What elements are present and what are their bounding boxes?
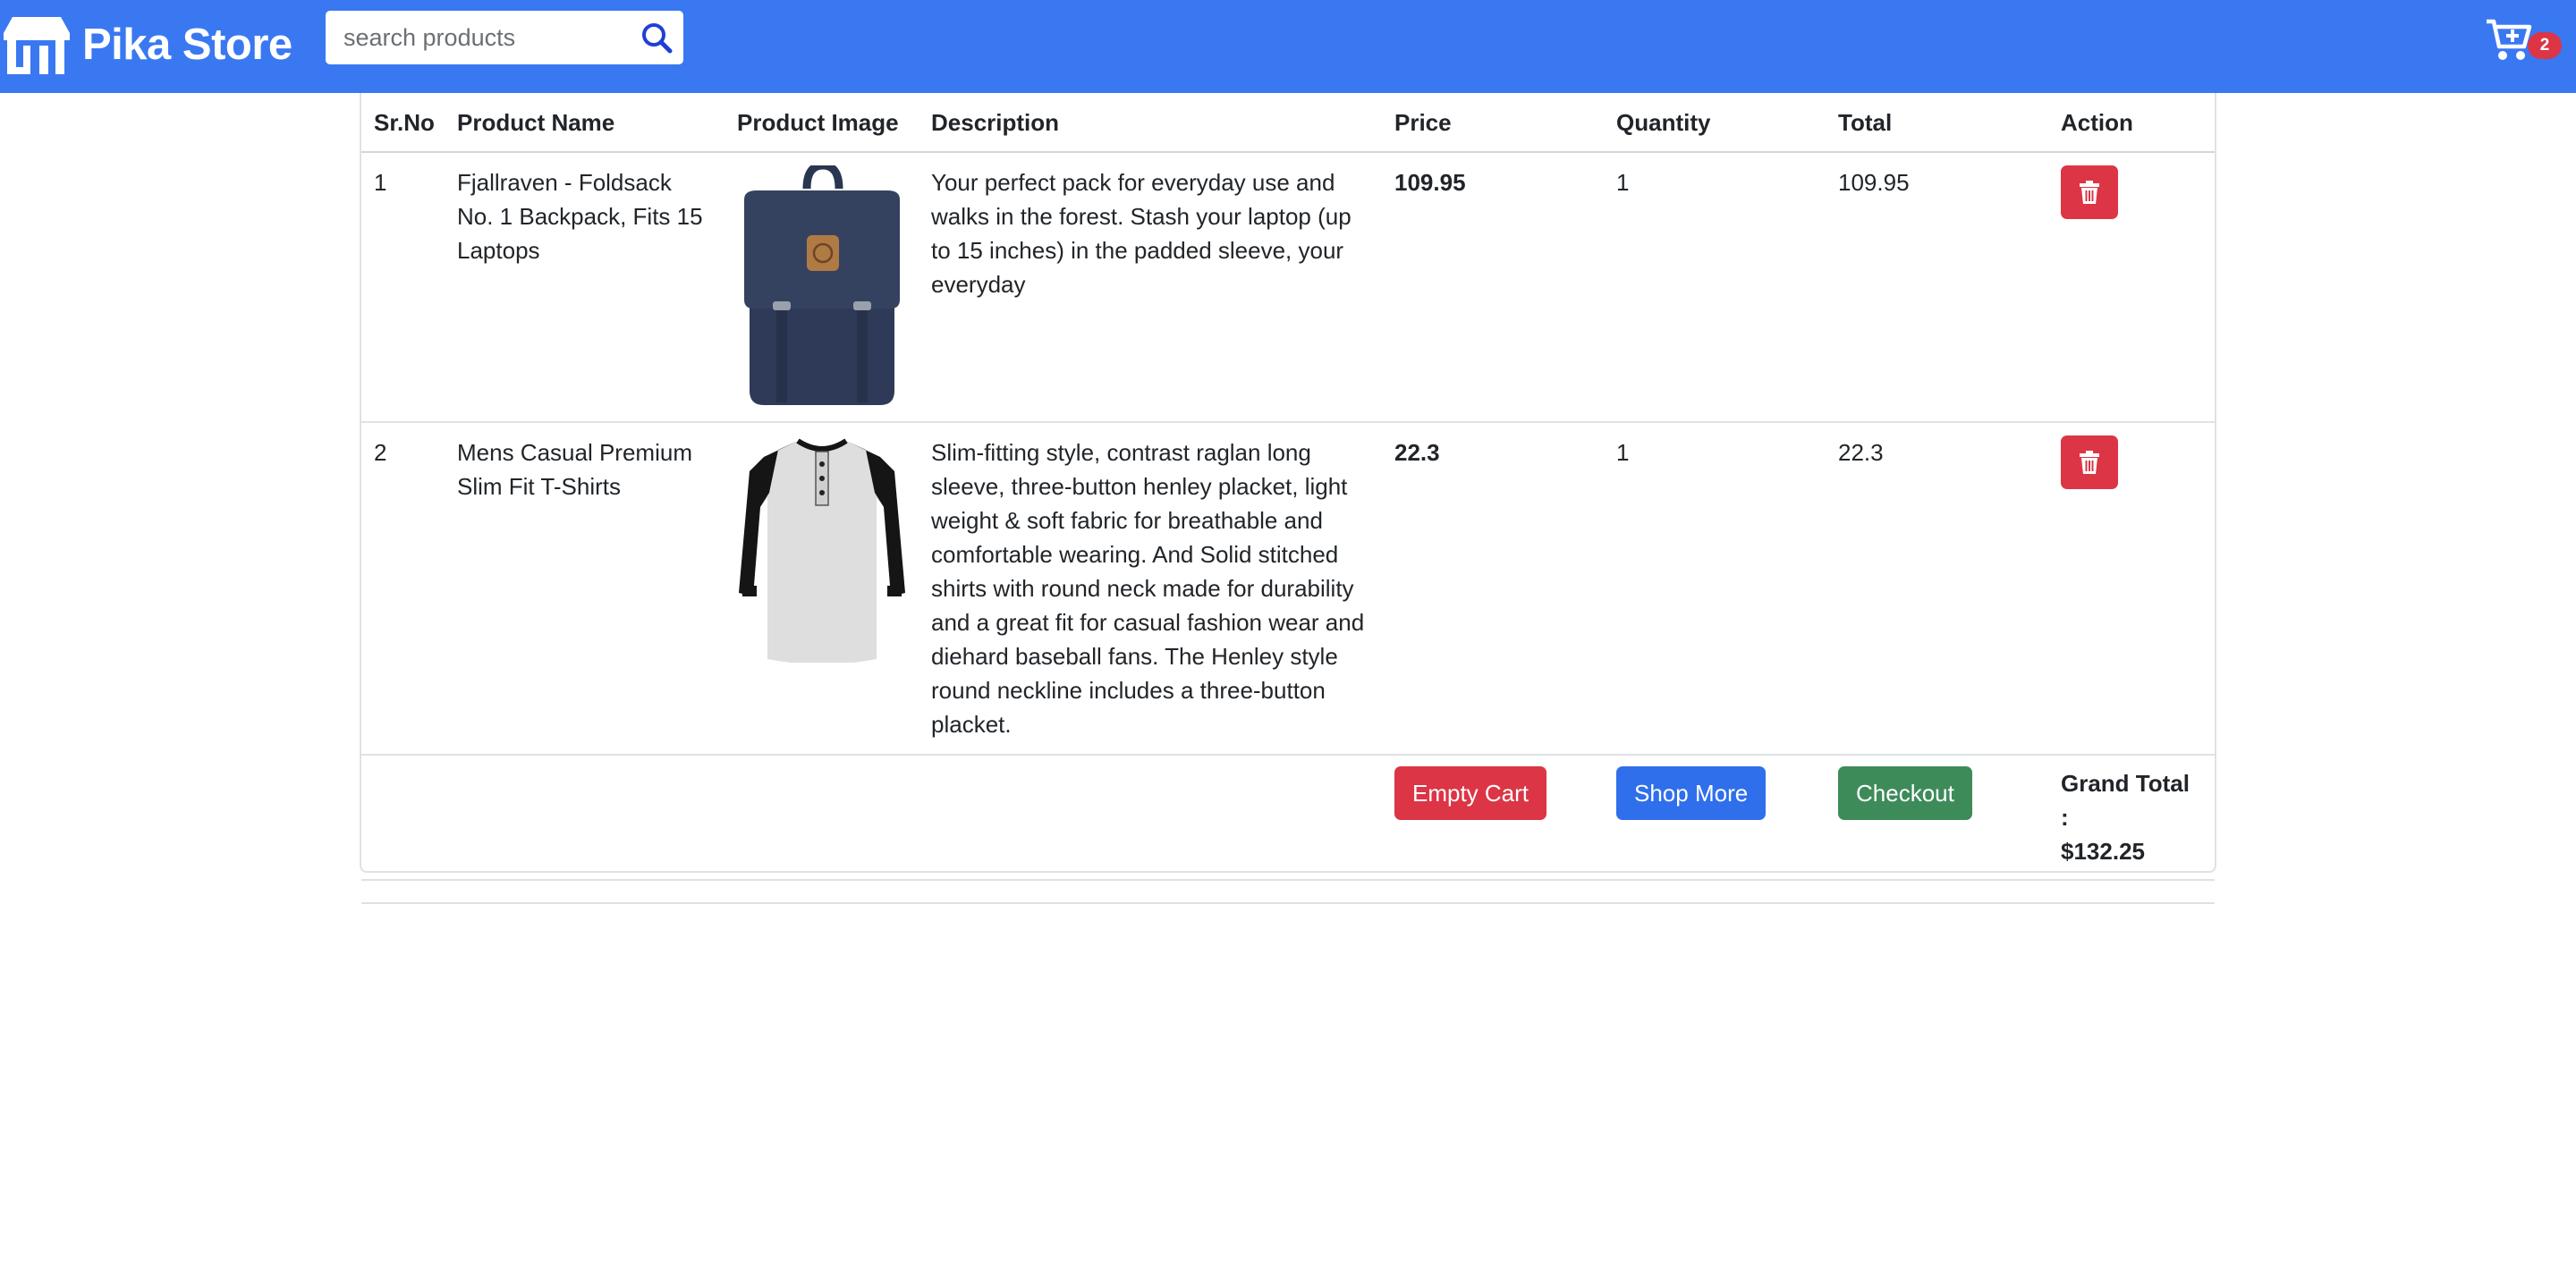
header-sr-no: Sr.No <box>361 93 445 153</box>
cart-footer-row: Empty Cart Shop More Checkout Grand Tota… <box>361 755 2215 881</box>
row-price: 109.95 <box>1382 152 1604 423</box>
grand-total-value: $132.25 <box>2061 838 2145 865</box>
navbar: Pika Store 2 <box>0 0 2576 93</box>
empty-cart-button[interactable]: Empty Cart <box>1394 766 1547 820</box>
backpack-image <box>744 165 900 405</box>
row-action-cell <box>2048 152 2215 423</box>
row-quantity: 1 <box>1604 152 1826 423</box>
row-sr-no: 2 <box>361 422 445 756</box>
grand-total-label: Grand Total : <box>2061 770 2190 831</box>
table-row: 2 Mens Casual Premium Slim Fit T-Shirts <box>361 422 2215 756</box>
cart-button[interactable]: 2 <box>2485 16 2562 73</box>
row-total: 109.95 <box>1826 152 2048 423</box>
tshirt-image <box>739 438 905 663</box>
header-quantity: Quantity <box>1604 93 1826 153</box>
header-total: Total <box>1826 93 2048 153</box>
shop-more-button[interactable]: Shop More <box>1616 766 1767 820</box>
delete-item-button[interactable] <box>2061 165 2118 219</box>
row-description: Your perfect pack for everyday use and w… <box>919 152 1382 423</box>
delete-item-button[interactable] <box>2061 435 2118 489</box>
store-icon <box>4 17 70 74</box>
header-description: Description <box>919 93 1382 153</box>
brand-link[interactable]: Pika Store <box>0 9 292 80</box>
trash-icon <box>2080 181 2099 204</box>
cart-count-badge: 2 <box>2528 32 2562 59</box>
row-product-name: Fjallraven - Foldsack No. 1 Backpack, Fi… <box>445 152 724 423</box>
trash-icon <box>2080 451 2099 474</box>
checkout-button[interactable]: Checkout <box>1838 766 1972 820</box>
row-price: 22.3 <box>1382 422 1604 756</box>
empty-row <box>361 880 2215 904</box>
header-action: Action <box>2048 93 2215 153</box>
brand-name: Pika Store <box>82 21 292 69</box>
search-icon <box>642 23 673 54</box>
search-button[interactable] <box>637 18 676 57</box>
row-total: 22.3 <box>1826 422 2048 756</box>
header-price: Price <box>1382 93 1604 153</box>
cart-table: Sr.No Product Name Product Image Descrip… <box>361 93 2215 904</box>
table-header-row: Sr.No Product Name Product Image Descrip… <box>361 93 2215 153</box>
row-quantity: 1 <box>1604 422 1826 756</box>
row-product-name: Mens Casual Premium Slim Fit T-Shirts <box>445 422 724 756</box>
row-product-image-cell <box>724 422 919 756</box>
row-description: Slim-fitting style, contrast raglan long… <box>919 422 1382 756</box>
row-product-image-cell <box>724 152 919 423</box>
search-form <box>326 11 683 64</box>
row-sr-no: 1 <box>361 152 445 423</box>
header-product-image: Product Image <box>724 93 919 153</box>
grand-total-cell: Grand Total : $132.25 <box>2048 755 2215 881</box>
header-product-name: Product Name <box>445 93 724 153</box>
row-action-cell <box>2048 422 2215 756</box>
cart-plus-icon <box>2487 19 2532 60</box>
cart-table-container: Sr.No Product Name Product Image Descrip… <box>360 93 2216 904</box>
table-row: 1 Fjallraven - Foldsack No. 1 Backpack, … <box>361 152 2215 423</box>
search-input[interactable] <box>326 11 630 64</box>
